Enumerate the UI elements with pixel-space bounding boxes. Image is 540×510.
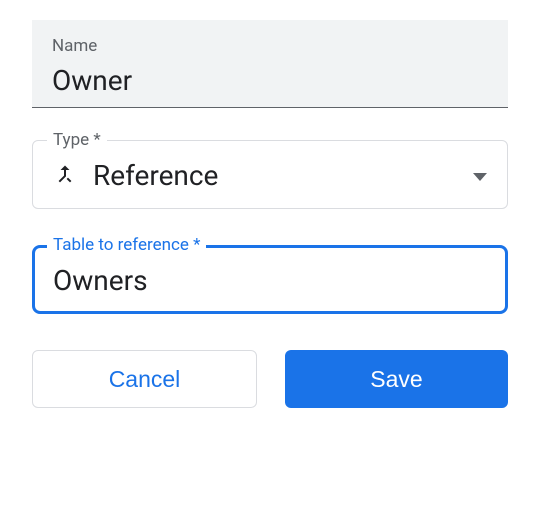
merge-icon — [53, 162, 77, 190]
name-input-container[interactable]: Name Owner — [32, 20, 508, 108]
table-reference-select[interactable]: Table to reference * Owners — [32, 245, 508, 314]
name-label: Name — [52, 36, 488, 56]
type-value: Reference — [93, 159, 218, 192]
button-row: Cancel Save — [32, 350, 508, 408]
name-value: Owner — [52, 64, 488, 97]
type-label: Type * — [47, 130, 107, 150]
type-select[interactable]: Type * Reference — [32, 140, 508, 209]
table-reference-label: Table to reference * — [47, 235, 206, 255]
chevron-down-icon — [473, 166, 487, 185]
cancel-button[interactable]: Cancel — [32, 350, 257, 408]
save-button[interactable]: Save — [285, 350, 508, 408]
table-reference-value: Owners — [53, 264, 487, 297]
